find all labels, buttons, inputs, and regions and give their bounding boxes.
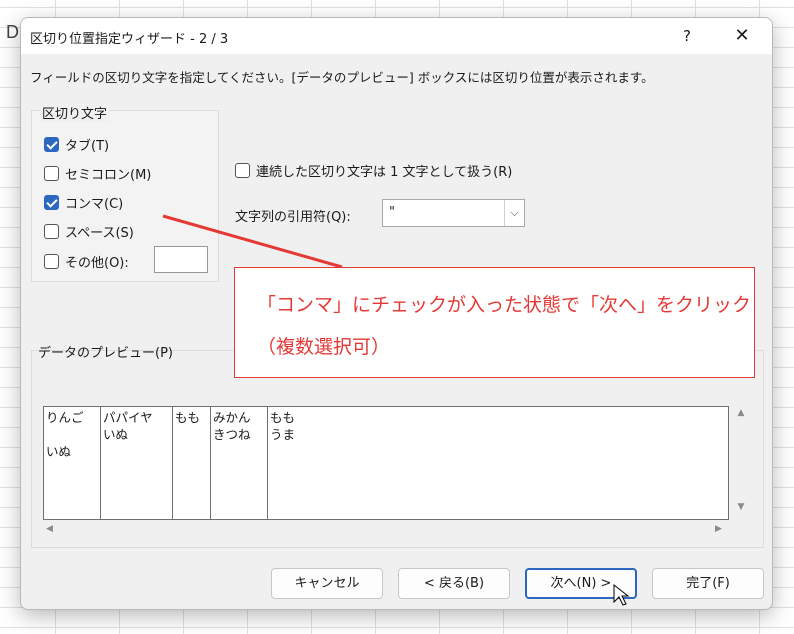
annotation-arrow-line xyxy=(162,214,343,269)
annotation-line-2: （複数選択可） xyxy=(257,336,391,358)
mouse-cursor-icon xyxy=(613,583,630,606)
annotation-line-1: 「コンマ」にチェックが入った状態で「次へ」をクリック xyxy=(257,294,752,316)
annotation-callout: 「コンマ」にチェックが入った状態で「次へ」をクリック （複数選択可） xyxy=(234,267,755,378)
